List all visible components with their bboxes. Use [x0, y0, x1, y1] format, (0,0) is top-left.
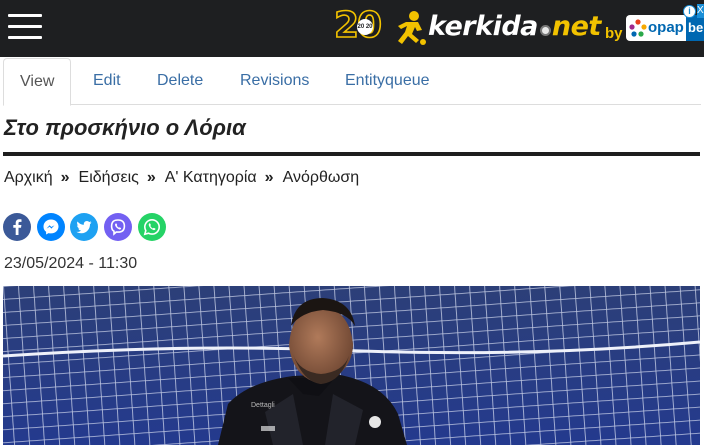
article-photo: Dettagli — [3, 286, 700, 445]
article-title: Στο προσκήνιο ο Λόρια — [4, 115, 246, 140]
publish-date: 23/05/2024 - 11:30 — [4, 255, 138, 272]
messenger-share-icon[interactable] — [37, 213, 65, 241]
brand-tld: net — [551, 11, 601, 42]
tab-entityqueue[interactable]: Entityqueue — [345, 58, 430, 105]
brand-name: kerkida — [428, 11, 538, 42]
admin-tabs: View Edit Delete Revisions Entityqueue — [3, 58, 701, 106]
facebook-share-icon[interactable] — [3, 213, 31, 241]
anniversary-badge: 20 20 — [357, 19, 373, 35]
site-header: 20 20 20 kerkida net by opap be i X — [0, 0, 704, 57]
anniversary-logo: 20 20 20 — [333, 5, 383, 47]
viber-share-icon[interactable] — [104, 213, 132, 241]
breadcrumb-category[interactable]: Α' Κατηγορία — [165, 169, 257, 186]
ad-close-button[interactable]: X — [697, 4, 704, 18]
title-divider — [3, 152, 700, 156]
sponsor-name: opap — [648, 19, 684, 36]
tab-delete[interactable]: Delete — [157, 58, 203, 105]
breadcrumb-separator: » — [60, 169, 70, 186]
twitter-share-icon[interactable] — [70, 213, 98, 241]
breadcrumb-separator: » — [264, 169, 274, 186]
breadcrumb-news[interactable]: Ειδήσεις — [79, 169, 139, 186]
by-label: by — [605, 25, 623, 42]
tab-edit[interactable]: Edit — [93, 58, 121, 105]
brand-logo[interactable]: kerkida net — [428, 9, 601, 45]
breadcrumb-separator: » — [146, 169, 156, 186]
tab-view[interactable]: View — [3, 58, 72, 106]
hamburger-menu-icon[interactable] — [8, 13, 42, 41]
breadcrumb-team[interactable]: Ανόρθωση — [283, 169, 360, 186]
breadcrumb-home[interactable]: Αρχική — [4, 169, 53, 186]
ball-icon — [539, 25, 551, 36]
sponsor-ad[interactable]: opap be — [626, 15, 704, 41]
breadcrumb: Αρχική » Ειδήσεις » Α' Κατηγορία » Ανόρθωση — [4, 169, 359, 187]
svg-text:Dettagli: Dettagli — [251, 402, 275, 409]
whatsapp-share-icon[interactable] — [138, 213, 166, 241]
tab-revisions[interactable]: Revisions — [240, 58, 309, 105]
sponsor-suffix: be — [686, 15, 704, 41]
ad-info-icon[interactable]: i — [683, 5, 696, 18]
opap-star-icon — [629, 19, 647, 37]
runner-logo-icon — [398, 11, 426, 45]
